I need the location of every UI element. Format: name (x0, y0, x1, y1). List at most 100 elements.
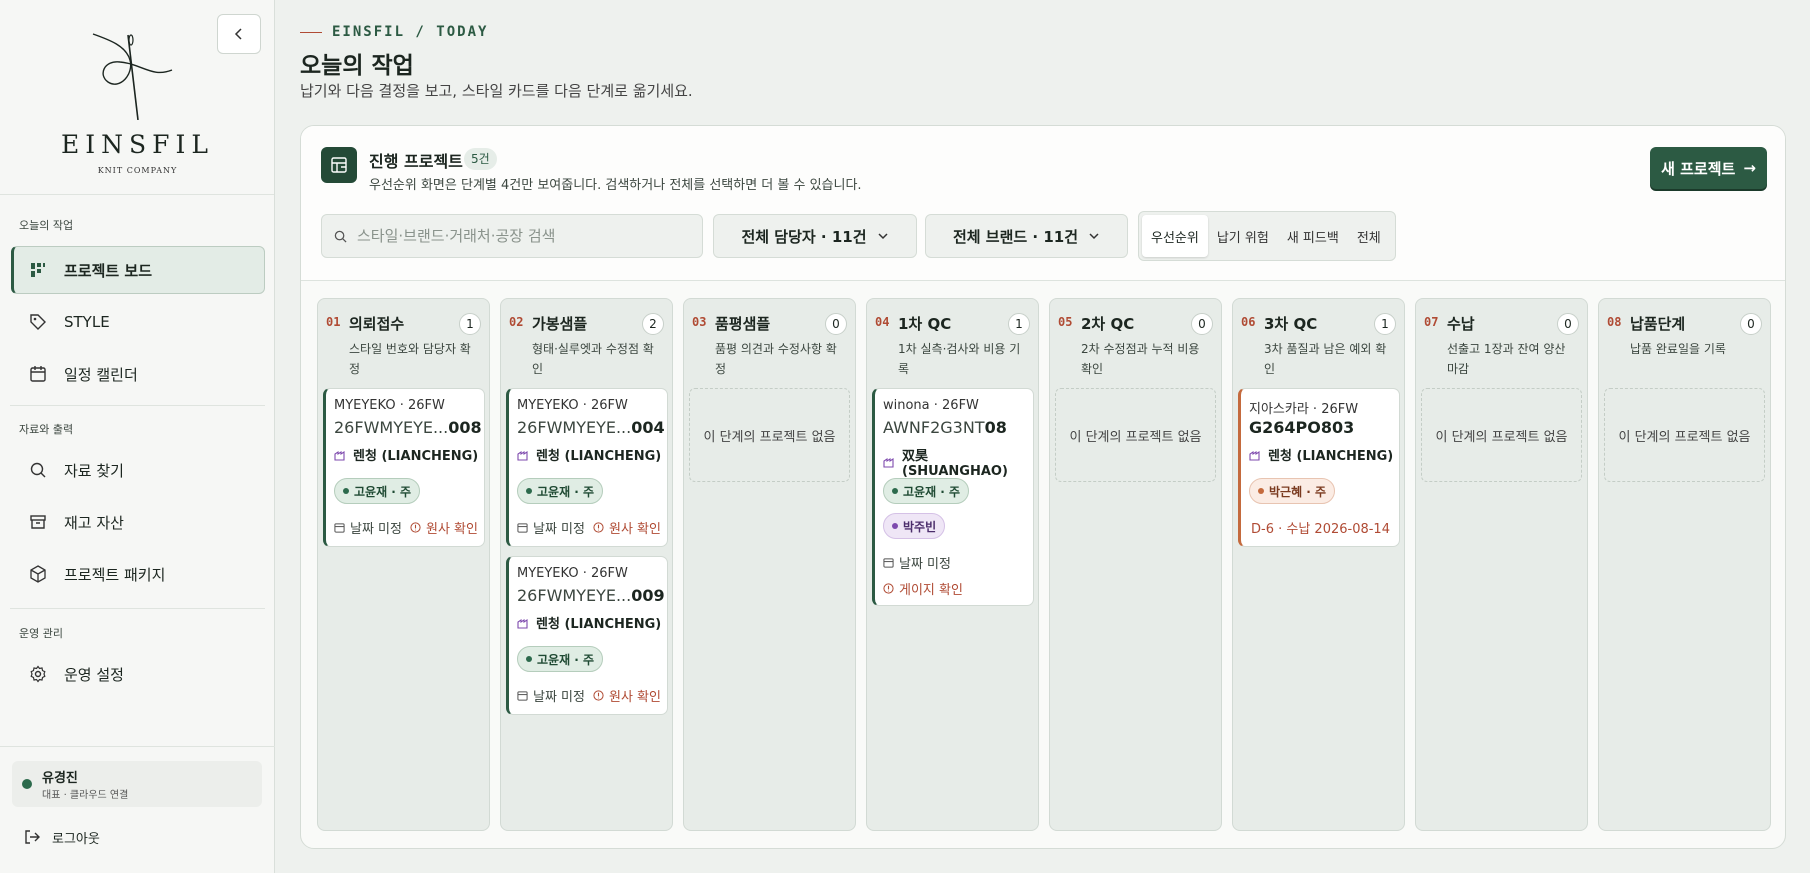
sidebar-item-settings[interactable]: 운영 설정 (11, 650, 265, 698)
card-meta: 날짜 미정 원사 확인 (334, 518, 478, 537)
kanban-column: 06 3차 QC 1 3차 품질과 남은 예외 확인 지아스카라 · 26FW … (1232, 298, 1405, 831)
kanban-column: 07 수납 0 선출고 1장과 잔여 양산 마감 이 단계의 프로젝트 없음 (1415, 298, 1588, 831)
archive-icon (28, 512, 48, 532)
logout-button[interactable]: 로그아웃 (24, 826, 100, 848)
search-box[interactable] (321, 214, 703, 258)
search-input[interactable] (357, 227, 687, 245)
tab-deadline-risk[interactable]: 납기 위험 (1208, 215, 1278, 257)
chevron-left-icon (234, 28, 242, 40)
factory-name: 렌청 (LIANCHENG) (536, 449, 662, 464)
page-title: 오늘의 작업 (300, 53, 414, 79)
project-count-badge: 5건 (464, 148, 497, 170)
calendar-icon (334, 522, 345, 533)
sidebar-footer-divider (0, 746, 275, 747)
stage-count-badge: 0 (1191, 313, 1213, 335)
assignee-chip: 박주빈 (883, 513, 946, 539)
stage-number: 02 (509, 315, 524, 329)
tab-new-feedback[interactable]: 새 피드백 (1278, 215, 1348, 257)
sidebar-item-calendar[interactable]: 일정 캘린더 (11, 350, 265, 398)
calendar-icon (28, 364, 48, 384)
project-card[interactable]: winona · 26FW AWNF2G3NT08 双昊 (SHUANGHAO)… (872, 388, 1034, 606)
factory-name: 렌청 (LIANCHENG) (353, 449, 479, 464)
style-suffix: 009 (631, 586, 665, 605)
chip-label: 고윤재 · 주 (903, 484, 961, 499)
alert-icon (593, 690, 604, 701)
owner-chip: 고윤재 · 주 (517, 646, 604, 672)
tab-priority[interactable]: 우선순위 (1142, 215, 1208, 257)
card-warning: 원사 확인 (593, 686, 661, 705)
brand-filter-dropdown[interactable]: 전체 브랜드 · 11건 (925, 214, 1128, 258)
page-subtitle: 납기와 다음 결정을 보고, 스타일 카드를 다음 단계로 옮기세요. (300, 82, 693, 100)
new-project-button[interactable]: 새 프로젝트 → (1650, 147, 1767, 189)
owner-filter-dropdown[interactable]: 전체 담당자 · 11건 (713, 214, 917, 258)
kanban-column: 01 의뢰접수 1 스타일 번호와 담당자 확정 MYEYEKO · 26FW … (317, 298, 490, 831)
stage-number: 06 (1241, 315, 1256, 329)
sidebar-item-project-package[interactable]: 프로젝트 패키지 (11, 550, 265, 598)
card-factory: 렌청 (LIANCHENG) (517, 613, 661, 632)
style-number: G264PO803 (1249, 418, 1355, 437)
card-brand: MYEYEKO · 26FW (334, 398, 445, 413)
style-prefix: 26FWMYEYE... (517, 418, 632, 437)
card-style-number: AWNF2G3NT08 (883, 418, 1007, 437)
collapse-sidebar-button[interactable] (217, 14, 261, 54)
sidebar-item-label: 프로젝트 보드 (64, 261, 153, 280)
card-warning-text: 원사 확인 (425, 522, 478, 537)
tab-all[interactable]: 전체 (1348, 215, 1390, 257)
board-header: 진행 프로젝트 5건 우선순위 화면은 단계별 4건만 보여줍니다. 검색하거나… (301, 126, 1785, 281)
view-segmented-control: 우선순위 납기 위험 새 피드백 전체 (1138, 211, 1396, 261)
card-meta: 날짜 미정 원사 확인 (517, 686, 661, 705)
project-card[interactable]: 지아스카라 · 26FW G264PO803 렌청 (LIANCHENG) 박근… (1238, 388, 1400, 547)
sidebar-item-project-board[interactable]: 프로젝트 보드 (11, 246, 265, 294)
breadcrumb-text: EINSFIL / TODAY (332, 24, 489, 40)
kanban-column: 05 2차 QC 0 2차 수정점과 누적 비용 확인 이 단계의 프로젝트 없… (1049, 298, 1222, 831)
stage-description: 품평 의견과 수정사항 확정 (715, 342, 837, 376)
stage-number: 05 (1058, 315, 1073, 329)
sidebar-item-label: 자료 찾기 (64, 461, 124, 480)
sidebar-item-style[interactable]: STYLE (11, 298, 265, 346)
sidebar-item-label: 재고 자산 (64, 513, 124, 532)
sidebar-item-inventory[interactable]: 재고 자산 (11, 498, 265, 546)
stage-count-badge: 0 (1740, 313, 1762, 335)
card-date: 날짜 미정 (533, 522, 585, 537)
kanban-column: 02 가봉샘플 2 형태·실루엣과 수정점 확인 MYEYEKO · 26FW … (500, 298, 673, 831)
card-warning: 게이지 확인 (883, 579, 963, 598)
project-card[interactable]: MYEYEKO · 26FW 26FWMYEYE...009 렌청 (LIANC… (506, 556, 668, 715)
board-description: 우선순위 화면은 단계별 4건만 보여줍니다. 검색하거나 전체를 선택하면 더… (369, 178, 862, 193)
stage-number: 01 (326, 315, 341, 329)
owner-chip: 고윤재 · 주 (517, 478, 604, 504)
sidebar-item-find-resources[interactable]: 자료 찾기 (11, 446, 265, 494)
chevron-down-icon (877, 232, 889, 240)
card-deadline: D-6 · 수납 2026-08-14 (1251, 522, 1390, 537)
tag-icon (28, 312, 48, 332)
logo-wordmark: EINSFIL (61, 130, 214, 159)
brand-filter-label: 전체 브랜드 · 11건 (952, 227, 1079, 246)
main-content: EINSFIL / TODAY 오늘의 작업 납기와 다음 결정을 보고, 스타… (275, 0, 1810, 873)
nav-divider (10, 608, 265, 609)
user-role: 대표 · 클라우드 연결 (42, 790, 129, 801)
card-warning-text: 게이지 확인 (899, 583, 963, 598)
stage-title: 의뢰접수 (349, 315, 405, 333)
stage-title: 품평샘플 (715, 315, 771, 333)
stage-count-badge: 1 (459, 313, 481, 335)
owner-chip: 박근혜 · 주 (1249, 478, 1336, 504)
card-warning: 원사 확인 (593, 518, 661, 537)
card-brand: winona · 26FW (883, 398, 979, 413)
sidebar: EINSFIL KNIT COMPANY 오늘의 작업 프로젝트 보드 STYL… (0, 0, 275, 873)
breadcrumb: EINSFIL / TODAY (300, 24, 488, 40)
logout-icon (24, 829, 40, 845)
project-card[interactable]: MYEYEKO · 26FW 26FWMYEYE...008 렌청 (LIANC… (323, 388, 485, 547)
empty-stage-placeholder: 이 단계의 프로젝트 없음 (1604, 388, 1765, 482)
chip-dot (526, 488, 532, 494)
card-date: 날짜 미정 (899, 557, 951, 572)
user-profile[interactable]: 유경진 대표 · 클라우드 연결 (12, 761, 262, 807)
project-card[interactable]: MYEYEKO · 26FW 26FWMYEYE...004 렌청 (LIANC… (506, 388, 668, 547)
card-style-number: 26FWMYEYE...008 (334, 418, 482, 437)
factory-icon (517, 617, 529, 629)
card-meta: 날짜 미정 원사 확인 (517, 518, 661, 537)
stage-title: 수납 (1447, 315, 1475, 333)
nav-section-operations: 운영 관리 운영 설정 (0, 624, 275, 698)
card-brand: MYEYEKO · 26FW (517, 566, 628, 581)
kanban-column: 03 품평샘플 0 품평 의견과 수정사항 확정 이 단계의 프로젝트 없음 (683, 298, 856, 831)
stage-description: 납품 완료일을 기록 (1630, 342, 1726, 356)
factory-icon (517, 449, 529, 461)
